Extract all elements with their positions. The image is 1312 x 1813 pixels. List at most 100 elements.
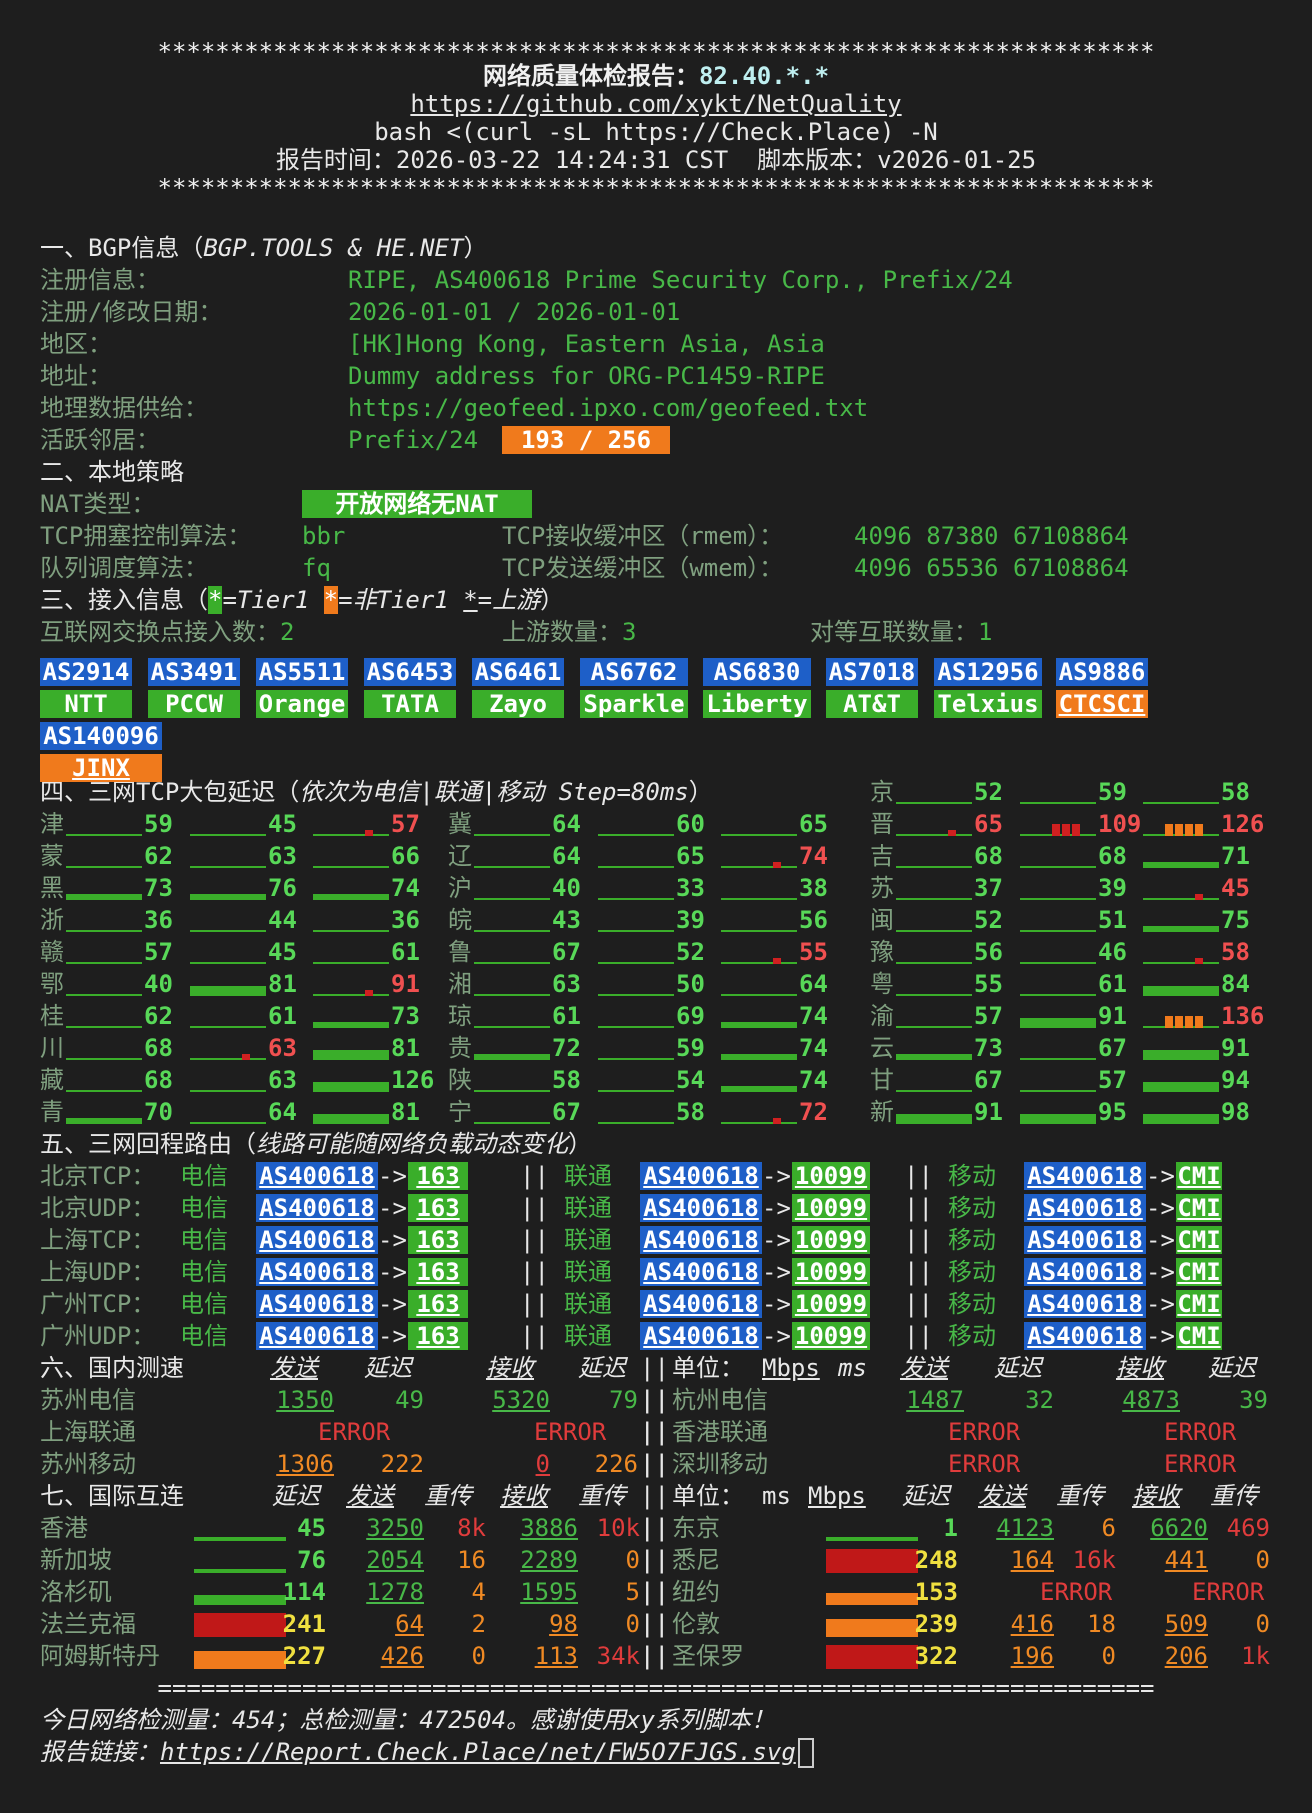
route-target-badge[interactable]: 10099 <box>792 1322 870 1350</box>
route-as-badge[interactable]: AS400618 <box>640 1162 762 1190</box>
asn-badge[interactable]: AS2914 <box>40 658 132 686</box>
route-as-badge[interactable]: AS400618 <box>1024 1258 1146 1286</box>
latency-sparkline <box>721 974 799 996</box>
asn-badge[interactable]: AS9886 <box>1056 658 1148 686</box>
route-target-badge[interactable]: CMI <box>1176 1194 1222 1222</box>
asn-name-badge: Telxius <box>934 690 1042 718</box>
bar-segment <box>598 962 674 964</box>
latency-value: 68 <box>974 842 1003 870</box>
intl-node: 洛杉矶 <box>40 1578 112 1606</box>
latency-value: 45 <box>268 938 297 966</box>
speed-error: ERROR <box>948 1418 1021 1446</box>
route-as-badge[interactable]: AS400618 <box>640 1258 762 1286</box>
route-target-badge[interactable]: 163 <box>408 1258 468 1286</box>
speed-latency: 32 <box>1025 1386 1054 1414</box>
asn-badge[interactable]: AS6453 <box>364 658 456 686</box>
route-as-badge[interactable]: AS400618 <box>256 1162 378 1190</box>
asn-badge[interactable]: AS140096 <box>40 722 162 750</box>
latency-sparkline <box>721 942 799 964</box>
route-as-badge[interactable]: AS400618 <box>256 1258 378 1286</box>
route-target-badge[interactable]: 163 <box>408 1194 468 1222</box>
asn-badge[interactable]: AS6461 <box>472 658 564 686</box>
route-as-badge[interactable]: AS400618 <box>1024 1162 1146 1190</box>
route-target-badge[interactable]: CMI <box>1176 1322 1222 1350</box>
route-as-badge[interactable]: AS400618 <box>256 1194 378 1222</box>
speed-error: ERROR <box>318 1418 391 1446</box>
route-target-badge[interactable]: CMI <box>1176 1226 1222 1254</box>
route-as-badge[interactable]: AS400618 <box>640 1322 762 1350</box>
intl-error: ERROR <box>1040 1578 1113 1606</box>
latency-value: 45 <box>1221 874 1250 902</box>
nat-label: NAT类型： <box>40 490 156 518</box>
route-target-badge[interactable]: 10099 <box>792 1258 870 1286</box>
report-link[interactable]: https://Report.Check.Place/net/FW5O7FJGS… <box>160 1738 796 1766</box>
route-target-badge[interactable]: 10099 <box>792 1226 870 1254</box>
province-label: 蒙 <box>40 842 64 870</box>
route-target-badge[interactable]: CMI <box>1176 1290 1222 1318</box>
latency-sparkline <box>313 1038 391 1060</box>
route-label: 北京TCP： <box>40 1162 156 1190</box>
route-target-badge[interactable]: 163 <box>408 1226 468 1254</box>
speed-send: 1350 <box>276 1386 334 1414</box>
speed-header: 发送 <box>270 1354 318 1382</box>
route-target-badge[interactable]: 163 <box>408 1162 468 1190</box>
route-as-badge[interactable]: AS400618 <box>640 1226 762 1254</box>
bar-segment <box>721 1054 797 1060</box>
intl-latency: 248 <box>914 1546 958 1574</box>
route-carrier: 联通 <box>564 1258 612 1286</box>
route-as-badge[interactable]: AS400618 <box>256 1290 378 1318</box>
route-separator: || <box>520 1162 549 1190</box>
latency-sparkline <box>474 1102 552 1124</box>
route-as-badge[interactable]: AS400618 <box>1024 1290 1146 1318</box>
route-target-badge[interactable]: 163 <box>408 1322 468 1350</box>
intl-send: 426 <box>380 1642 424 1670</box>
route-carrier: 联通 <box>564 1226 612 1254</box>
speed-divider: || <box>640 1450 669 1478</box>
bar-segment <box>474 1026 550 1028</box>
route-as-badge[interactable]: AS400618 <box>640 1194 762 1222</box>
route-as-badge[interactable]: AS400618 <box>1024 1322 1146 1350</box>
speed-error: ERROR <box>1164 1450 1237 1478</box>
latency-sparkline <box>313 1102 391 1124</box>
latency-sparkline <box>66 1102 144 1124</box>
route-carrier: 联通 <box>564 1290 612 1318</box>
route-target-badge[interactable]: 10099 <box>792 1194 870 1222</box>
route-target-badge[interactable]: 10099 <box>792 1290 870 1318</box>
asn-badge[interactable]: AS12956 <box>934 658 1042 686</box>
latency-value: 58 <box>1221 778 1250 806</box>
route-arrow: -> <box>1146 1322 1175 1350</box>
route-carrier: 电信 <box>180 1226 228 1254</box>
repo-link[interactable]: https://github.com/xykt/NetQuality <box>410 90 901 118</box>
speed-recv: 5320 <box>492 1386 550 1414</box>
latency-sparkline <box>598 846 676 868</box>
route-target-badge[interactable]: 163 <box>408 1290 468 1318</box>
route-target-badge[interactable]: CMI <box>1176 1162 1222 1190</box>
route-as-badge[interactable]: AS400618 <box>1024 1226 1146 1254</box>
route-target-badge[interactable]: 10099 <box>792 1162 870 1190</box>
route-as-badge[interactable]: AS400618 <box>640 1290 762 1318</box>
header-stars-bottom: ****************************************… <box>157 174 1155 202</box>
asn-badge[interactable]: AS3491 <box>148 658 240 686</box>
latency-value: 64 <box>268 1098 297 1126</box>
intl-latency: 45 <box>297 1514 326 1542</box>
route-label: 上海UDP： <box>40 1258 156 1286</box>
latency-value: 72 <box>799 1098 828 1126</box>
bgp-key: 活跃邻居： <box>40 426 160 454</box>
asn-badge[interactable]: AS6830 <box>703 658 811 686</box>
latency-value: 60 <box>676 810 705 838</box>
latency-sparkline <box>313 814 391 836</box>
asn-badge[interactable]: AS5511 <box>256 658 348 686</box>
bar-segment <box>896 994 972 996</box>
latency-sparkline <box>1020 942 1098 964</box>
asn-badge[interactable]: AS7018 <box>826 658 918 686</box>
asn-badge[interactable]: AS6762 <box>580 658 688 686</box>
route-as-badge[interactable]: AS400618 <box>256 1226 378 1254</box>
rmem-value: 4096 87380 67108864 <box>854 522 1129 550</box>
route-as-badge[interactable]: AS400618 <box>1024 1194 1146 1222</box>
route-target-badge[interactable]: CMI <box>1176 1258 1222 1286</box>
latency-sparkline <box>598 974 676 996</box>
route-as-badge[interactable]: AS400618 <box>256 1322 378 1350</box>
latency-value: 73 <box>391 1002 420 1030</box>
bar-segment <box>313 866 389 868</box>
bgp-value[interactable]: https://geofeed.ipxo.com/geofeed.txt <box>348 392 868 424</box>
